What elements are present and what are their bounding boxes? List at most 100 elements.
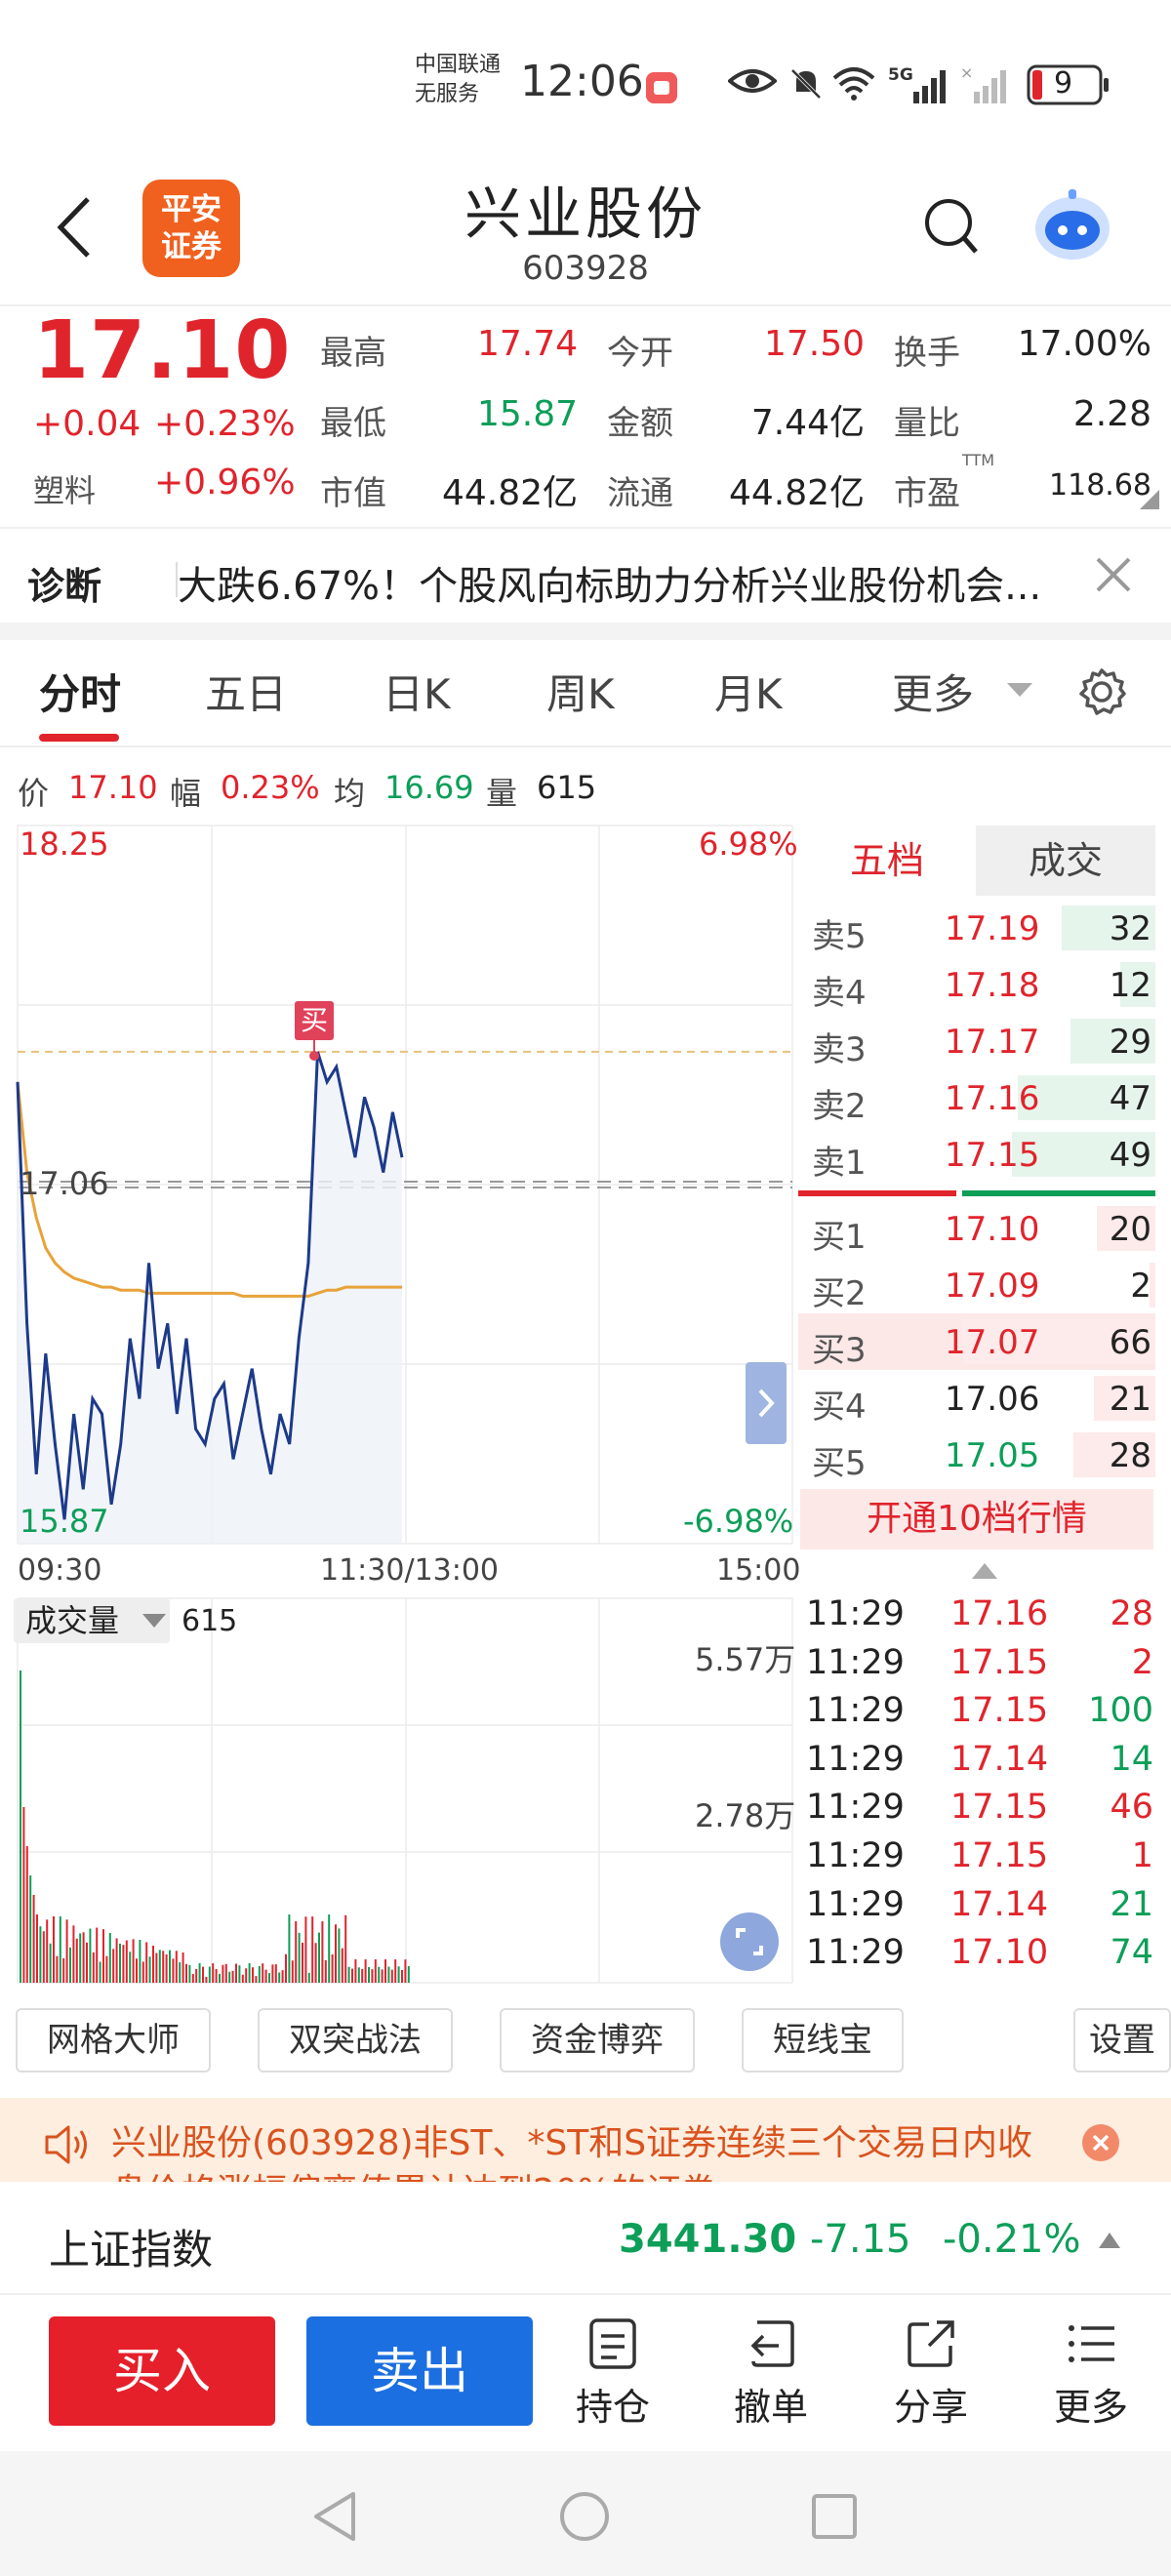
upgrade-level10-button[interactable]: 开通10档行情 <box>800 1489 1153 1550</box>
volume-scale-mid: 2.78万 <box>695 1797 796 1834</box>
volume-bar <box>79 1933 82 1983</box>
collapse-arrow-icon[interactable] <box>972 1563 997 1579</box>
volume-bar <box>291 1960 294 1983</box>
tab-intraday[interactable]: 分时 <box>39 662 121 721</box>
mute-icon <box>790 68 822 100</box>
bid-level-row[interactable]: 买4 17.06 21 <box>798 1370 1155 1427</box>
positions-button[interactable]: 持仓 <box>554 2316 671 2431</box>
bid-level-row[interactable]: 买1 17.10 20 <box>798 1200 1155 1257</box>
diagnosis-text[interactable]: 大跌6.67%！个股风向标助力分析兴业股份机会... <box>178 554 1041 611</box>
ask-level-row[interactable]: 卖5 17.19 32 <box>798 900 1155 956</box>
volume-bar <box>390 1969 393 1983</box>
ask-level-row[interactable]: 卖1 17.15 49 <box>798 1126 1155 1183</box>
nav-home-icon[interactable] <box>558 2490 611 2543</box>
volume-bar <box>198 1963 201 1983</box>
volume-bar <box>125 1940 128 1983</box>
sector-name[interactable]: 塑料 <box>33 466 96 511</box>
volume-bar <box>328 1914 331 1983</box>
volume-bar <box>394 1959 397 1983</box>
tab-monthly-k[interactable]: 月K <box>714 662 783 721</box>
expand-panel-button[interactable] <box>746 1362 787 1444</box>
tab-five-level[interactable]: 五档 <box>798 825 976 896</box>
volume-bar <box>53 1915 55 1983</box>
tab-daily-k[interactable]: 日K <box>383 662 451 721</box>
tab-trades[interactable]: 成交 <box>976 825 1155 896</box>
capital-game-button[interactable]: 资金博弈 <box>500 2008 695 2073</box>
carrier-service: 无服务 <box>415 82 480 106</box>
volume-bar <box>39 1926 42 1983</box>
close-icon[interactable] <box>1095 556 1132 593</box>
tab-five-day[interactable]: 五日 <box>205 662 287 721</box>
double-breakout-button[interactable]: 双突战法 <box>258 2008 453 2073</box>
ask-level-row[interactable]: 卖4 17.18 12 <box>798 956 1155 1013</box>
intraday-chart[interactable]: 18.25 6.98% 17.06 15.87 -6.98% 买 09:30 1… <box>0 820 800 1994</box>
share-button[interactable]: 分享 <box>872 2316 989 2431</box>
expand-corner-icon[interactable] <box>1140 490 1159 509</box>
ask-level-row[interactable]: 卖2 17.16 47 <box>798 1069 1155 1126</box>
more-menu-icon <box>1069 2325 1114 2362</box>
cancel-order-label: 撤单 <box>733 2386 808 2429</box>
search-icon[interactable] <box>921 195 980 258</box>
volume-bar <box>381 1969 384 1983</box>
chevron-down-icon[interactable] <box>1007 681 1032 699</box>
nav-back-icon[interactable] <box>310 2490 359 2543</box>
gear-icon[interactable] <box>1077 667 1126 716</box>
trade-row: 11:29 17.15 100 <box>798 1687 1155 1736</box>
signal-none-icon: × <box>960 63 1006 103</box>
system-nav-bar <box>0 2451 1171 2576</box>
bid-level-label: 买5 <box>812 1444 867 1483</box>
index-name: 上证指数 <box>49 2226 214 2274</box>
risk-notice-banner[interactable]: 兴业股份(603928)非ST、*ST和S证券连续三个交易日内收盘价格涨幅偏离值… <box>0 2098 1171 2182</box>
volume-ratio-value: 2.28 <box>1072 394 1151 434</box>
volume-bar <box>258 1965 261 1983</box>
tab-more[interactable]: 更多 <box>892 662 974 721</box>
sell-button[interactable]: 卖出 <box>306 2316 533 2426</box>
volume-bar <box>148 1956 151 1983</box>
tab-weekly-k[interactable]: 周K <box>546 662 615 721</box>
trade-row: 11:29 17.14 14 <box>798 1736 1155 1785</box>
trade-time: 11:29 <box>806 1691 905 1731</box>
volume-indicator-select[interactable]: 成交量 <box>14 1598 170 1643</box>
trade-row: 11:29 17.15 46 <box>798 1784 1155 1832</box>
bid-level-volume: 20 <box>1109 1210 1151 1249</box>
trade-volume: 100 <box>1088 1691 1153 1731</box>
volume-bar <box>205 1976 208 1983</box>
more-button[interactable]: 更多 <box>1032 2316 1150 2431</box>
volume-bar <box>179 1962 182 1983</box>
positions-icon <box>589 2318 636 2369</box>
fullscreen-button[interactable] <box>720 1912 779 1971</box>
diagnosis-banner[interactable]: 诊断 大跌6.67%！个股风向标助力分析兴业股份机会... <box>0 527 1171 624</box>
volume-bar <box>212 1963 215 1983</box>
close-notice-icon[interactable] <box>1081 2123 1120 2162</box>
expand-up-icon[interactable] <box>1099 2233 1120 2248</box>
volume-value: 615 <box>182 1604 238 1638</box>
volume-bar <box>228 1971 231 1983</box>
bid-level-row[interactable]: 买3 17.07 66 <box>798 1313 1155 1370</box>
ai-assistant-robot-icon[interactable] <box>1030 185 1114 263</box>
tools-settings-button[interactable]: 设置 <box>1073 2008 1171 2073</box>
volume-bar <box>262 1963 264 1983</box>
buy-marker[interactable]: 买 <box>295 1001 334 1040</box>
grid-master-button[interactable]: 网格大师 <box>16 2008 211 2073</box>
ask-level-volume: 12 <box>1109 966 1151 1005</box>
section-gap <box>0 623 1171 640</box>
ask-side-bar <box>798 1190 956 1196</box>
pct-min-label: -6.98% <box>683 1503 794 1540</box>
dropdown-icon <box>142 1614 166 1628</box>
volume-bar <box>368 1967 370 1983</box>
positions-label: 持仓 <box>575 2386 650 2429</box>
buy-button[interactable]: 买入 <box>49 2316 275 2426</box>
volume-bar <box>65 1919 68 1983</box>
trade-time: 11:29 <box>806 1884 905 1924</box>
bid-level-volume: 21 <box>1109 1380 1151 1419</box>
bid-level-label: 买4 <box>812 1388 867 1427</box>
cancel-order-icon <box>750 2320 794 2367</box>
ask-level-row[interactable]: 卖3 17.17 29 <box>798 1013 1155 1069</box>
short-term-button[interactable]: 短线宝 <box>742 2008 904 2073</box>
nav-recent-icon[interactable] <box>810 2492 859 2541</box>
market-index-bar[interactable]: 上证指数 3441.30 -7.15 -0.21% <box>0 2182 1171 2295</box>
bid-level-row[interactable]: 买2 17.09 2 <box>798 1257 1155 1313</box>
cancel-order-button[interactable]: 撤单 <box>712 2316 829 2431</box>
trade-volume: 74 <box>1110 1933 1153 1973</box>
bid-level-row[interactable]: 买5 17.05 28 <box>798 1427 1155 1483</box>
